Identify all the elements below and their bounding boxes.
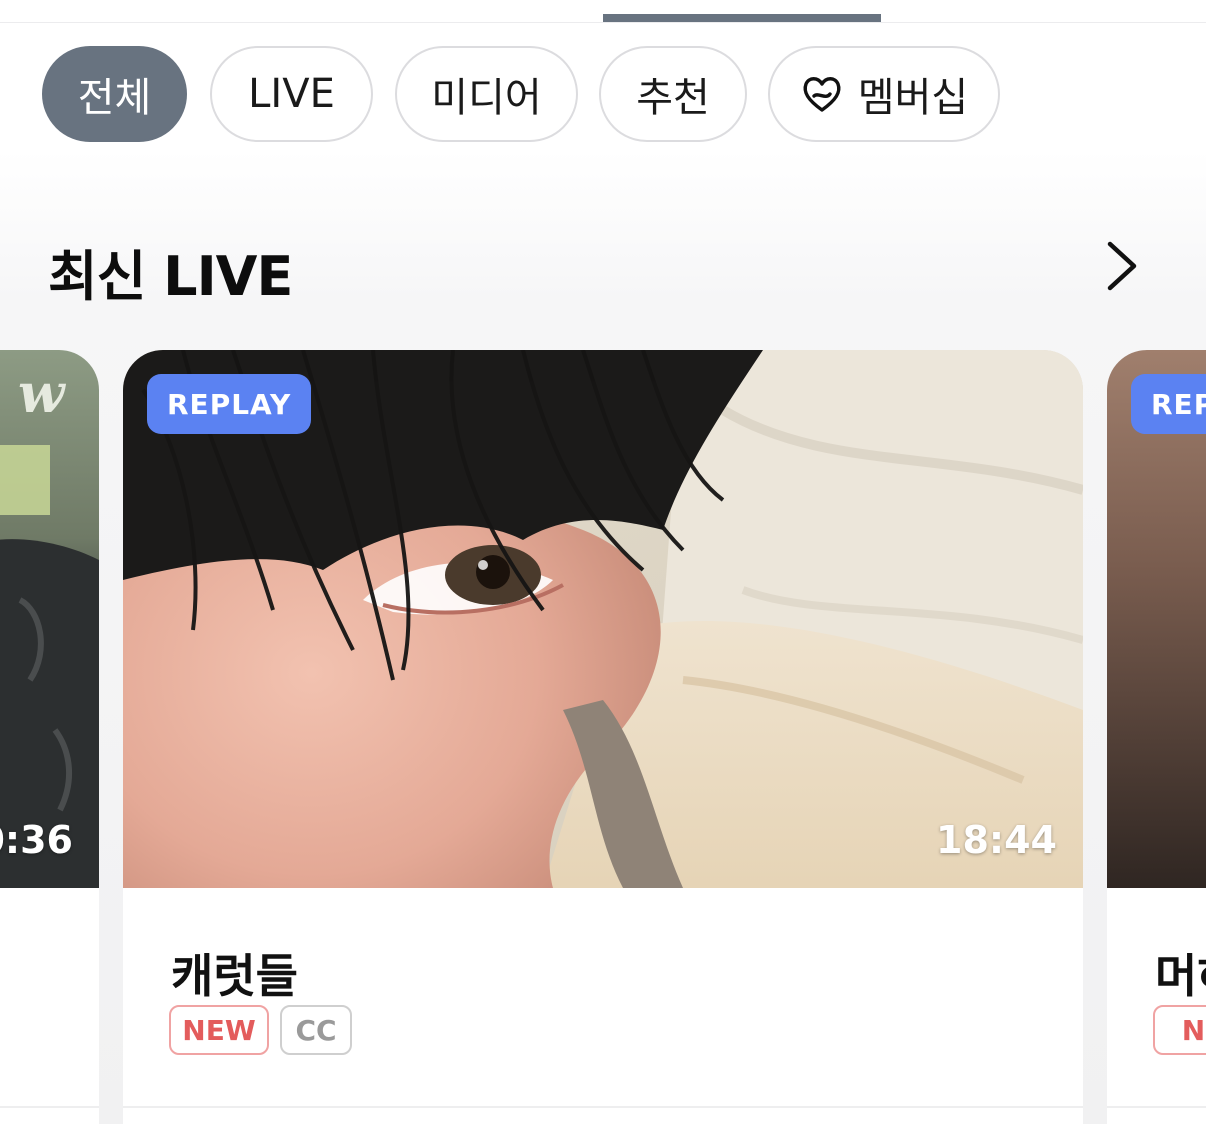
live-card-partial-right[interactable]: REP 머하 NE [1107, 350, 1206, 1124]
thumbnail-watermark: w [18, 361, 67, 425]
filter-chip-media[interactable]: 미디어 [395, 46, 578, 142]
live-card[interactable]: REPLAY 18:44 캐럿들 NEW CC [123, 350, 1083, 1124]
filter-chip-all[interactable]: 전체 [42, 46, 187, 142]
tab-indicator [603, 14, 881, 22]
thumbnail-image: REP [1107, 350, 1206, 888]
filter-chip-label: LIVE [248, 71, 335, 117]
cc-tag: CC [280, 1005, 352, 1055]
heart-icon [803, 77, 841, 112]
filter-chip-label: 전체 [77, 75, 152, 121]
live-card-partial-left[interactable]: w 0:36 [0, 350, 99, 1124]
filter-chip-label: 멤버십 [857, 75, 969, 121]
replay-badge: REPLAY [147, 374, 312, 434]
card-divider [0, 1106, 99, 1108]
section-title: 최신 LIVE [48, 245, 293, 308]
thumbnail-image: REPLAY 18:44 [123, 350, 1083, 888]
card-divider [1107, 1106, 1206, 1108]
chevron-right-icon[interactable] [1094, 238, 1150, 294]
video-duration: 18:44 [936, 818, 1057, 862]
filter-chip-membership[interactable]: 멤버십 [768, 46, 1000, 142]
new-tag: NE [1153, 1005, 1206, 1055]
filter-chip-live[interactable]: LIVE [210, 46, 373, 142]
thumbnail-image: w 0:36 [0, 350, 99, 888]
thumbnail-graphic: w [0, 350, 99, 888]
replay-badge: REP [1131, 374, 1206, 434]
filter-chip-label: 추천 [636, 75, 710, 121]
new-tag: NEW [169, 1005, 269, 1055]
card-title: 머하 [1155, 949, 1206, 1003]
top-divider [0, 22, 1206, 23]
card-title: 캐럿들 [171, 949, 298, 1003]
filter-chip-recommended[interactable]: 추천 [599, 46, 747, 142]
filter-chip-label: 미디어 [431, 75, 542, 121]
video-duration: 0:36 [0, 818, 73, 862]
card-divider [123, 1106, 1083, 1108]
page: 전체 LIVE 미디어 추천 멤버십 최신 LIVE w:36 REPLAY … [0, 0, 1206, 1124]
